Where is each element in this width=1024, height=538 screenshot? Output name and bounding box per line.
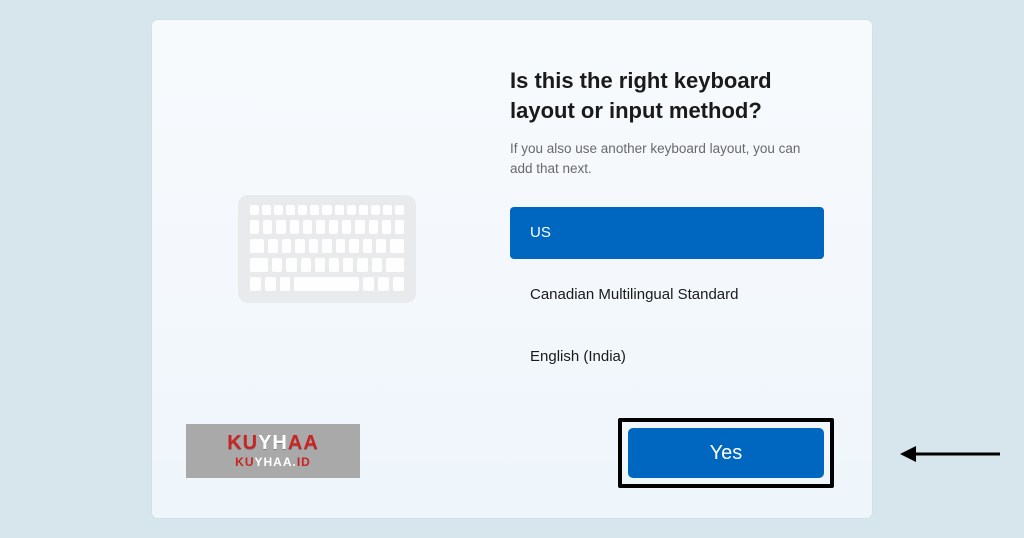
layout-label: Canadian Multilingual Standard: [530, 286, 738, 303]
keyboard-icon: [238, 195, 416, 303]
layout-label: US: [530, 224, 551, 241]
page-title: Is this the right keyboard layout or inp…: [510, 66, 820, 125]
watermark-bottom: KUYHAA.ID: [235, 455, 311, 469]
watermark-top: KUYHAA: [227, 433, 319, 453]
keyboard-layout-list: US Canadian Multilingual Standard Englis…: [510, 207, 824, 383]
illustration-pane: KUYHAA KUYHAA.ID: [152, 20, 502, 518]
layout-option-canadian[interactable]: Canadian Multilingual Standard: [510, 269, 824, 321]
layout-label: English (India): [530, 348, 626, 365]
layout-option-us[interactable]: US: [510, 207, 824, 259]
yes-button-label: Yes: [710, 442, 743, 465]
watermark-badge: KUYHAA KUYHAA.ID: [186, 424, 360, 478]
oobe-dialog: KUYHAA KUYHAA.ID Is this the right keybo…: [152, 20, 872, 518]
yes-button-highlight: Yes: [618, 418, 834, 488]
layout-option-english-india[interactable]: English (India): [510, 331, 824, 383]
page-subtitle: If you also use another keyboard layout,…: [510, 139, 824, 178]
annotation-arrow-icon: [900, 442, 1000, 466]
yes-button[interactable]: Yes: [628, 428, 824, 478]
content-pane: Is this the right keyboard layout or inp…: [502, 20, 872, 518]
annotation-box: Yes: [618, 418, 834, 488]
